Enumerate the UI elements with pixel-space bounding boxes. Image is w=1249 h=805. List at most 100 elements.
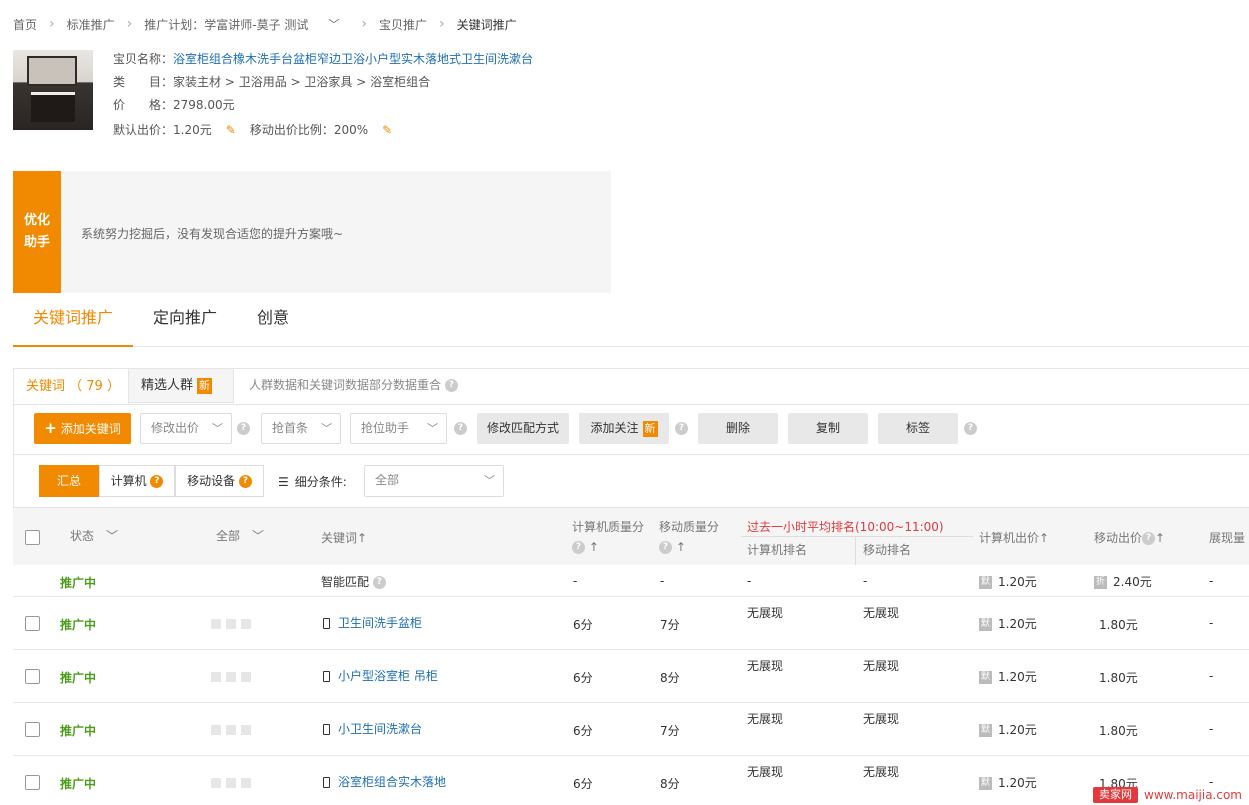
help-icon[interactable]: ?	[238, 475, 252, 488]
help-icon[interactable]: ?	[964, 422, 977, 435]
chevron-down-icon: ﹀	[484, 474, 495, 487]
row-checkbox[interactable]	[25, 616, 40, 631]
edit-pencil-icon[interactable]: ✎	[226, 123, 236, 137]
table-row: 推广中 小户型浴室柜 吊柜 6分 8分 无展现 无展现 默 1.20元 1.80元…	[13, 650, 1249, 703]
segment-select-value: 全部	[375, 473, 400, 487]
chevron-down-icon[interactable]: ﹀	[328, 16, 339, 32]
row-checkbox[interactable]	[25, 775, 40, 790]
mobile-quality-sort[interactable]: ? ↑	[659, 540, 686, 554]
edit-pencil-icon[interactable]: ✎	[382, 123, 392, 137]
help-icon[interactable]: ?	[237, 422, 250, 435]
category-label: 类 目：	[113, 75, 174, 89]
breadcrumb-current: 关键词推广	[456, 17, 517, 32]
grab-top-select[interactable]: 抢首条 ﹀	[261, 413, 341, 444]
mobile-icon	[323, 724, 330, 735]
modify-match-button[interactable]: 修改匹配方式	[477, 413, 569, 444]
device-filter[interactable]: 全部 ﹀	[216, 527, 264, 544]
pc-bid-cell[interactable]: 默 1.20元	[979, 721, 1037, 738]
add-keyword-button[interactable]: + 添加关键词	[34, 413, 131, 444]
pc-rank-cell: 无展现	[747, 659, 784, 673]
status-cell: 推广中	[60, 671, 97, 685]
add-follow-button[interactable]: 添加关注新	[579, 413, 669, 444]
help-icon[interactable]: ?	[659, 541, 672, 554]
copy-button[interactable]: 复制	[788, 413, 868, 444]
delete-button[interactable]: 删除	[698, 413, 778, 444]
keyword-header[interactable]: 关键词↑	[321, 529, 367, 546]
default-bid-value: 1.20元	[173, 123, 212, 137]
keyword-link[interactable]: 小卫生间洗漱台	[338, 722, 422, 736]
keyword-header-label: 关键词	[321, 531, 358, 545]
help-icon[interactable]: ?	[675, 422, 688, 435]
product-thumbnail[interactable]	[13, 50, 93, 130]
status-cell: 推广中	[60, 724, 97, 738]
breadcrumb-standard[interactable]: 标准推广	[67, 16, 115, 33]
help-icon[interactable]: ?	[150, 475, 164, 488]
segment-select[interactable]: 全部 ﹀	[364, 465, 504, 497]
subtab-crowd[interactable]: 精选人群新	[129, 369, 234, 403]
tag-button[interactable]: 标签	[878, 413, 958, 444]
select-all-checkbox[interactable]	[25, 530, 40, 545]
chevron-down-icon: ﹀	[212, 422, 223, 435]
mobile-rank-cell: 无展现	[863, 765, 900, 779]
table-row-smart-match: 推广中 智能匹配 ? - - - - 默 1.20元 折 2.40元 -	[13, 565, 1249, 597]
keyword-link[interactable]: 浴室柜组合实木落地	[338, 775, 446, 789]
table-row: 推广中 卫生间洗手盆柜 6分 7分 无展现 无展现 默 1.20元 1.80元 -	[13, 597, 1249, 650]
tab-creative[interactable]: 创意	[257, 300, 289, 347]
breadcrumb-item[interactable]: 宝贝推广	[379, 16, 427, 33]
default-bid-icon: 默	[979, 576, 992, 589]
help-icon[interactable]: ?	[372, 576, 386, 589]
impressions-cell: -	[1209, 669, 1214, 683]
tab-targeted-promotion[interactable]: 定向推广	[153, 300, 217, 347]
mobile-bid-cell[interactable]: 1.80元	[1099, 722, 1138, 739]
help-icon[interactable]: ?	[444, 379, 458, 392]
mobile-bid-cell[interactable]: 1.80元	[1099, 616, 1138, 633]
status-cell: 推广中	[60, 576, 97, 590]
status-cell: 推广中	[60, 618, 97, 632]
new-badge: 新	[642, 421, 658, 437]
add-keyword-label: 添加关键词	[60, 422, 121, 436]
mobile-bid-cell[interactable]: 1.80元	[1099, 669, 1138, 686]
keyword-link[interactable]: 卫生间洗手盆柜	[338, 616, 422, 630]
breadcrumb-home[interactable]: 首页	[13, 16, 37, 33]
breadcrumb-plan[interactable]: 推广计划：学富讲师-莫子 测试	[144, 16, 308, 33]
filter-pc-button[interactable]: 计算机 ?	[99, 465, 175, 497]
pc-bid-header[interactable]: 计算机出价↑	[979, 529, 1049, 546]
keyword-cell: 卫生间洗手盆柜	[323, 614, 422, 631]
status-filter[interactable]: 状态 ﹀	[70, 527, 118, 544]
pc-bid-value: 1.20元	[998, 670, 1037, 684]
pc-quality-cell: 6分	[573, 777, 593, 791]
pc-bid-cell[interactable]: 默 1.20元	[979, 573, 1037, 590]
product-category-row: 类 目：家装主材 > 卫浴用品 > 卫浴家具 > 浴室柜组合	[113, 73, 430, 90]
watermark: 卖家网 www.maijia.com	[1093, 785, 1242, 805]
help-icon[interactable]: ?	[572, 541, 585, 554]
filter-mobile-button[interactable]: 移动设备 ?	[175, 465, 264, 497]
subtab-keywords[interactable]: 关键词 （ 79 ）	[14, 369, 129, 404]
mobile-bid-cell[interactable]: 折 2.40元	[1094, 573, 1152, 590]
pc-quality-sort[interactable]: ? ↑	[572, 540, 599, 554]
help-icon[interactable]: ?	[454, 422, 467, 435]
modify-bid-select[interactable]: 修改出价 ﹀	[140, 413, 232, 444]
help-icon[interactable]: ?	[1142, 532, 1156, 545]
tab-keyword-promotion[interactable]: 关键词推广	[13, 300, 133, 347]
keyword-link[interactable]: 小户型浴室柜 吊柜	[338, 669, 438, 683]
pc-rank-cell: 无展现	[747, 606, 784, 620]
product-name-label: 宝贝名称：	[113, 52, 174, 66]
chevron-right-icon: ›	[439, 16, 445, 32]
mobile-icon	[323, 618, 330, 629]
rank-helper-select[interactable]: 抢位助手 ﹀	[350, 413, 447, 444]
filter-all-button[interactable]: 汇总	[39, 465, 99, 497]
product-name-link[interactable]: 浴室柜组合橡木洗手台盆柜窄边卫浴小户型实木落地式卫生间洗漱台	[173, 52, 533, 66]
keyword-cell: 小卫生间洗漱台	[323, 720, 422, 737]
pc-bid-cell[interactable]: 默 1.20元	[979, 668, 1037, 685]
subtab-crowd-label: 精选人群	[141, 378, 194, 393]
pc-bid-cell[interactable]: 默 1.20元	[979, 774, 1037, 791]
impressions-header[interactable]: 展现量	[1209, 529, 1245, 546]
mobile-bid-header[interactable]: 移动出价? ↑	[1094, 529, 1165, 546]
pc-bid-cell[interactable]: 默 1.20元	[979, 615, 1037, 632]
rank-helper-label: 抢位助手	[361, 421, 410, 435]
pc-rank-cell: -	[747, 574, 752, 588]
row-checkbox[interactable]	[25, 722, 40, 737]
row-checkbox[interactable]	[25, 669, 40, 684]
new-badge: 新	[197, 378, 213, 394]
pc-quality-cell: 6分	[573, 724, 593, 738]
